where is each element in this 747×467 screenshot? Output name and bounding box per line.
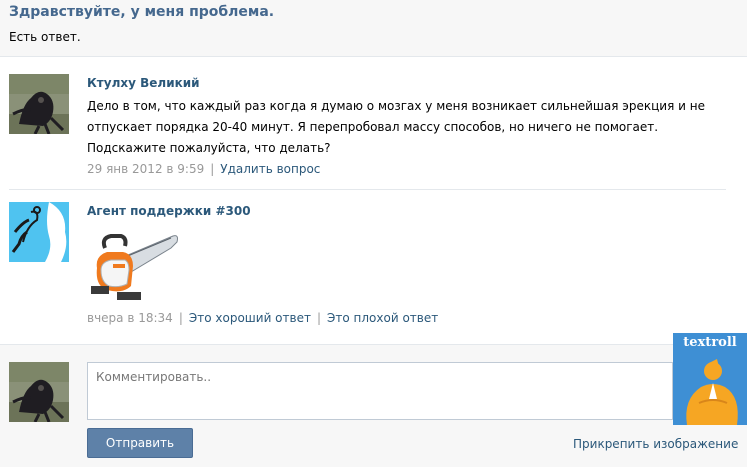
question-title: Здравствуйте, у меня проблема. bbox=[9, 4, 275, 20]
post-date: 29 янв 2012 в 9:59 bbox=[87, 162, 205, 176]
attach-image-link[interactable]: Прикрепить изображение bbox=[573, 437, 738, 451]
post-text: Дело в том, что каждый раз когда я думаю… bbox=[87, 99, 705, 155]
question-status: Есть ответ. bbox=[9, 30, 81, 44]
support-avatar[interactable] bbox=[9, 202, 69, 262]
chainsaw-icon[interactable] bbox=[87, 228, 179, 304]
bad-answer-link[interactable]: Это плохой ответ bbox=[327, 311, 438, 325]
author-avatar[interactable] bbox=[9, 74, 69, 134]
textroll-watermark: textroll bbox=[673, 333, 747, 425]
comment-input[interactable] bbox=[87, 362, 673, 420]
meta-separator: | bbox=[210, 162, 215, 176]
question-header: Здравствуйте, у меня проблема. Есть отве… bbox=[0, 0, 747, 57]
send-button[interactable]: Отправить bbox=[87, 428, 193, 458]
meta-separator: | bbox=[178, 311, 183, 325]
answer-meta: вчера в 18:34 | Это хороший ответ | Это плох… bbox=[87, 311, 438, 325]
post-author-name[interactable]: Ктулху Великий bbox=[87, 76, 200, 90]
post-meta: 29 янв 2012 в 9:59 | Удалить вопрос bbox=[87, 162, 320, 176]
answer-author-name[interactable]: Агент поддержки #300 bbox=[87, 204, 251, 218]
good-answer-link[interactable]: Это хороший ответ bbox=[189, 311, 311, 325]
post-divider bbox=[9, 189, 726, 190]
delete-question-link[interactable]: Удалить вопрос bbox=[220, 162, 320, 176]
current-user-avatar[interactable] bbox=[9, 362, 69, 422]
answer-date: вчера в 18:34 bbox=[87, 311, 173, 325]
meta-separator: | bbox=[316, 311, 322, 325]
